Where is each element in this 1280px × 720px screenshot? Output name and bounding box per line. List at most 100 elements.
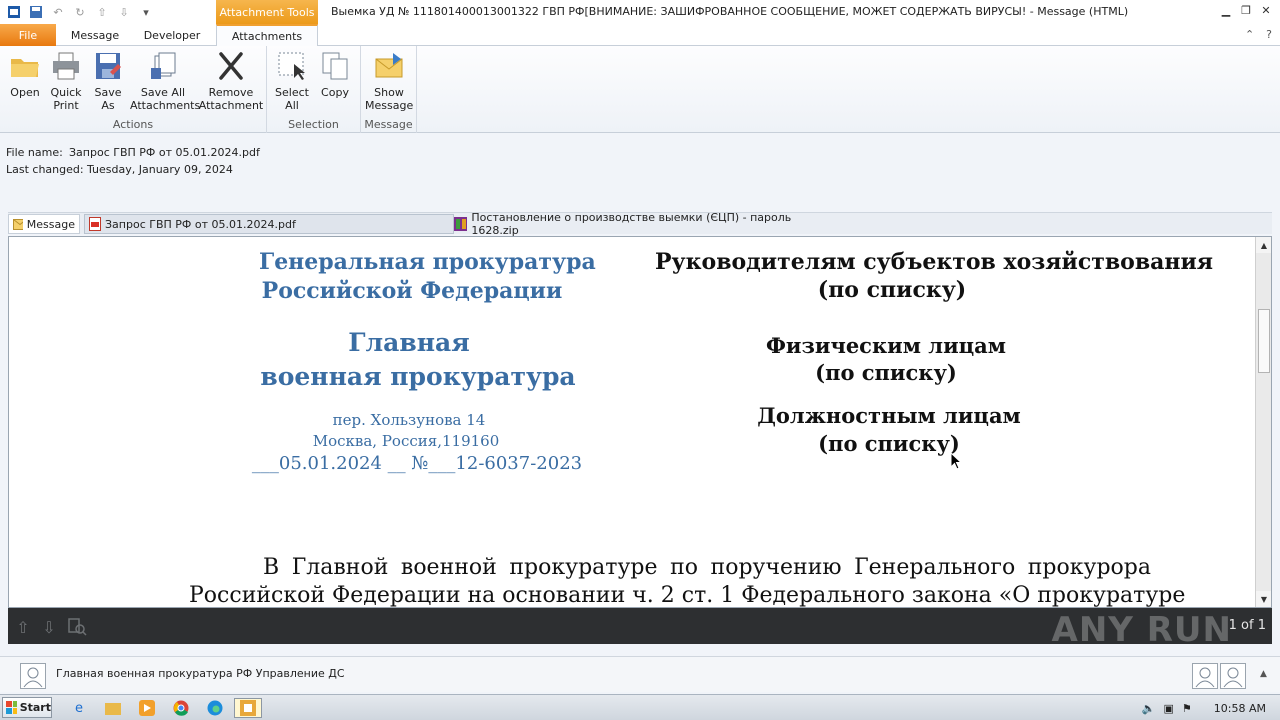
group-label-actions: Actions <box>112 118 154 131</box>
save-as-icon <box>96 53 121 79</box>
people-pane: Главная военная прокуратура РФ Управлени… <box>0 656 1280 692</box>
ribbon: Open Quick Print Save As Save All Attach… <box>0 46 1280 133</box>
action-center-icon[interactable]: ⚑ <box>1182 702 1192 715</box>
network-icon[interactable]: ▣ <box>1164 702 1174 715</box>
outlook-taskbar-icon[interactable] <box>234 698 262 718</box>
file-info: File name: Запрос ГВП РФ от 05.01.2024.pd… <box>6 144 260 178</box>
attachment-tools-label: Attachment Tools <box>216 0 318 24</box>
doc-recipient2-a: Физическим лицам <box>765 333 1007 358</box>
undo-icon[interactable]: ↶ <box>50 4 66 20</box>
attachment-zip[interactable]: Постановление о производстве выемки (ЄЦП… <box>450 211 830 237</box>
down-icon[interactable]: ⇩ <box>116 4 132 20</box>
attachment-message[interactable]: Message <box>8 214 80 234</box>
preview-navbar: ⇧ ⇩ ANY RUN 1 of 1 <box>8 608 1272 650</box>
attachment-preview: Генеральная прокуратура Российской Федер… <box>8 236 1272 608</box>
archive-icon <box>454 217 468 231</box>
remove-attachment-button[interactable]: Remove Attachment <box>198 50 264 112</box>
up-icon[interactable]: ⇧ <box>94 4 110 20</box>
restore-icon[interactable]: ❐ <box>1238 2 1254 18</box>
contact-avatar-1[interactable] <box>1192 663 1218 689</box>
start-button[interactable]: Start <box>2 697 52 718</box>
media-player-icon[interactable] <box>136 698 158 718</box>
customize-qat-icon[interactable]: ▾ <box>138 4 154 20</box>
save-all-attachments-button[interactable]: Save All Attachments <box>130 50 200 112</box>
close-icon[interactable]: ✕ <box>1258 2 1274 18</box>
save-icon[interactable] <box>28 4 44 20</box>
title-bar: ↶ ↻ ⇧ ⇩ ▾ Attachment Tools Выемка УД № 1… <box>0 0 1280 24</box>
outlook-icon[interactable] <box>6 4 22 20</box>
minimize-ribbon-icon[interactable]: ⌃ <box>1245 28 1254 41</box>
taskbar: Start e 🔈 ▣ ⚑ 10:58 AM <box>0 694 1280 720</box>
remove-x-icon <box>219 52 243 80</box>
chrome-icon[interactable] <box>170 698 192 718</box>
save-all-icon <box>151 52 176 79</box>
copy-button[interactable]: Copy <box>315 50 355 99</box>
doc-dept-line1: Главная <box>348 328 470 357</box>
clock[interactable]: 10:58 AM <box>1214 702 1266 715</box>
doc-recipient3-a: Должностным лицам <box>757 403 1021 428</box>
find-icon[interactable] <box>66 616 88 638</box>
attachment-bar: Message Запрос ГВП РФ от 05.01.2024.pdf … <box>8 211 1272 237</box>
scroll-up-icon[interactable]: ▲ <box>1256 237 1271 253</box>
tab-developer[interactable]: Developer <box>136 24 208 46</box>
envelope-icon <box>375 53 403 78</box>
sender-avatar[interactable] <box>20 663 46 689</box>
doc-address-line1: пер. Хользунова 14 <box>332 411 486 429</box>
doc-recipient1-a: Руководителям субъектов хозяйствования <box>655 249 1214 275</box>
internet-explorer-icon[interactable]: e <box>68 698 90 718</box>
redo-icon[interactable]: ↻ <box>72 4 88 20</box>
system-tray: 🔈 ▣ ⚑ 10:58 AM <box>1142 695 1280 720</box>
document-page: Генеральная прокуратура Российской Федер… <box>9 237 1255 607</box>
previous-page-icon[interactable]: ⇧ <box>12 616 34 638</box>
doc-dept-line2: военная прокуратура <box>260 362 576 391</box>
scroll-thumb[interactable] <box>1258 309 1270 373</box>
select-all-button[interactable]: Select All <box>273 50 311 112</box>
tab-message[interactable]: Message <box>62 24 128 46</box>
people-pane-toggle-icon[interactable]: ▲ <box>1260 669 1267 679</box>
doc-recipient3-b: (по списку) <box>818 431 960 456</box>
group-message: Show Message Message <box>361 46 417 133</box>
ribbon-tabs: File Message Developer Attachments <box>0 24 1280 47</box>
open-button[interactable]: Open <box>6 50 44 99</box>
mouse-cursor-icon <box>950 452 962 470</box>
doc-reference: ___05.01.2024 __ №___12-6037-2023 <box>251 453 583 474</box>
doc-body-line2: Российской Федерации на основании ч. 2 с… <box>189 583 1186 608</box>
file-name-label: File name: <box>6 146 63 159</box>
edge-icon[interactable] <box>204 698 226 718</box>
file-name-value: Запрос ГВП РФ от 05.01.2024.pdf <box>69 146 260 159</box>
doc-org-line2: Российской Федерации <box>261 278 563 304</box>
select-all-icon <box>278 52 305 80</box>
quick-print-button[interactable]: Quick Print <box>46 50 86 112</box>
last-changed-value: Tuesday, January 09, 2024 <box>87 163 233 176</box>
quick-access-toolbar: ↶ ↻ ⇧ ⇩ ▾ <box>0 0 154 24</box>
scroll-down-icon[interactable]: ▼ <box>1256 591 1271 607</box>
doc-body-line1: В Главной военной прокуратуре по поручен… <box>263 555 1151 580</box>
attachment-pdf[interactable]: Запрос ГВП РФ от 05.01.2024.pdf <box>84 214 454 234</box>
page-counter: 1 of 1 <box>1228 618 1266 633</box>
group-actions: Open Quick Print Save As Save All Attach… <box>0 46 267 133</box>
contact-avatar-2[interactable] <box>1220 663 1246 689</box>
watermark-logo: ANY RUN <box>1051 610 1232 650</box>
group-label-selection: Selection <box>288 118 339 131</box>
volume-icon[interactable]: 🔈 <box>1142 702 1156 715</box>
doc-address-line2: Москва, Россия,119160 <box>312 432 500 450</box>
show-message-button[interactable]: Show Message <box>365 50 413 112</box>
next-page-icon[interactable]: ⇩ <box>38 616 60 638</box>
window-title: Выемка УД № 11180140001300132​2 ГВП РФ[В… <box>331 5 1129 18</box>
copy-icon <box>322 52 348 80</box>
tab-file[interactable]: File <box>0 24 56 46</box>
doc-org-line1: Генеральная прокуратура <box>259 249 596 275</box>
doc-recipient2-b: (по списку) <box>815 360 957 385</box>
envelope-icon <box>13 218 23 230</box>
folder-open-icon <box>11 59 39 77</box>
windows-logo-icon <box>6 700 17 714</box>
printer-icon <box>53 52 79 80</box>
save-as-button[interactable]: Save As <box>90 50 126 112</box>
group-label-message: Message <box>364 118 413 131</box>
minimize-icon[interactable]: ▁ <box>1218 2 1234 18</box>
help-icon[interactable]: ? <box>1266 28 1272 41</box>
file-explorer-icon[interactable] <box>102 698 124 718</box>
tab-attachments[interactable]: Attachments <box>216 24 318 47</box>
vertical-scrollbar[interactable]: ▲ ▼ <box>1255 237 1271 607</box>
pdf-icon <box>89 217 101 231</box>
